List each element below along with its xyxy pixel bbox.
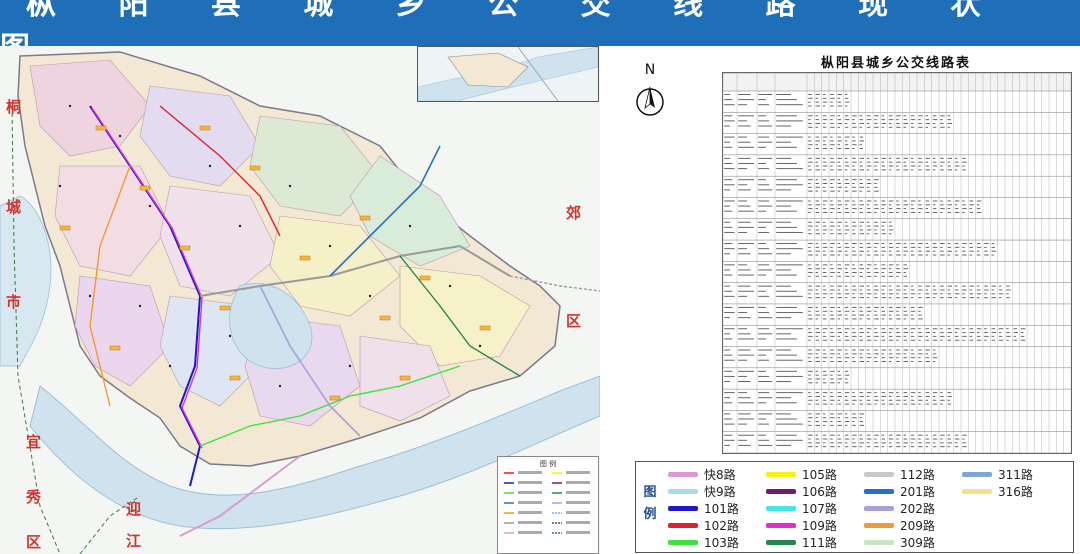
legend-item: 202路: [864, 500, 935, 516]
legend-item: 311路: [962, 466, 1033, 482]
legend-swatch: [962, 488, 992, 494]
legend-route-name: 316路: [998, 484, 1033, 499]
legend-swatch: [962, 471, 992, 477]
legend-swatch: [766, 505, 796, 511]
legend-swatch: [864, 505, 894, 511]
legend-item: 107路: [766, 500, 837, 516]
legend-item: 快8路: [668, 466, 736, 482]
legend-route-name: 309路: [900, 535, 935, 550]
legend-label-char: 图: [643, 485, 657, 500]
legend-route-name: 107路: [802, 501, 837, 516]
legend-item: 快9路: [668, 483, 736, 499]
legend-route-name: 快9路: [704, 484, 736, 499]
route-table-panel: 枞阳县城乡公交线路表: [720, 52, 1072, 454]
place-label: 区: [26, 533, 42, 551]
legend-swatch: [668, 505, 698, 511]
legend-item: 103路: [668, 534, 739, 550]
place-label: 秀: [26, 488, 42, 506]
legend-route-name: 103路: [704, 535, 739, 550]
legend-label: 图 例: [642, 482, 658, 526]
table-title: 枞阳县城乡公交线路表: [820, 56, 971, 71]
legend-swatch: [766, 522, 796, 528]
legend-swatch: [668, 522, 698, 528]
legend-swatch: [864, 522, 894, 528]
legend-swatch: [668, 488, 698, 494]
legend-route-name: 109路: [802, 518, 837, 533]
legend-route-name: 201路: [900, 484, 935, 499]
legend-route-name: 105路: [802, 467, 837, 482]
legend-item: 111路: [766, 534, 837, 550]
place-label: 宜: [26, 433, 42, 451]
place-label: 迎: [126, 500, 142, 518]
place-label: 城: [6, 198, 22, 216]
legend-item: 201路: [864, 483, 935, 499]
legend-route-name: 311路: [998, 467, 1033, 482]
legend-item: 309路: [864, 534, 935, 550]
place-label: 江: [126, 532, 142, 550]
legend-route-name: 111路: [802, 535, 837, 550]
legend-route-name: 102路: [704, 518, 739, 533]
map-legend-title: 图 例: [539, 460, 557, 468]
north-letter: N: [644, 62, 656, 78]
legend-swatch: [864, 488, 894, 494]
route-legend: 图 例 快8路快9路 101路 102路 103路 105路 106路 107路 109路 11…: [635, 461, 1074, 553]
title-bar: 枞 阳 县 城 乡 公 交 线 路 现 状 图: [0, 0, 1080, 66]
north-arrow: N: [628, 62, 672, 124]
legend-swatch: [668, 539, 698, 545]
legend-item: 106路: [766, 483, 837, 499]
legend-item: 112路: [864, 466, 935, 482]
place-label: 郊: [566, 204, 582, 222]
legend-swatch: [766, 471, 796, 477]
legend-route-name: 202路: [900, 501, 935, 516]
legend-item: 209路: [864, 517, 935, 533]
legend-item: 101路: [668, 500, 739, 516]
legend-swatch: [766, 539, 796, 545]
route-table: [722, 72, 1072, 454]
legend-route-name: 快8路: [704, 467, 736, 482]
legend-item: 105路: [766, 466, 837, 482]
place-label: 区: [566, 312, 582, 330]
legend-swatch: [864, 539, 894, 545]
legend-swatch: [766, 488, 796, 494]
legend-route-name: 112路: [900, 467, 935, 482]
legend-swatch: [668, 471, 698, 477]
legend-route-name: 101路: [704, 501, 739, 516]
legend-route-name: 106路: [802, 484, 837, 499]
place-label: 市: [6, 293, 22, 311]
legend-item: 316路: [962, 483, 1033, 499]
legend-label-char: 例: [643, 507, 657, 522]
map-legend: 图 例: [497, 456, 599, 554]
legend-route-name: 209路: [900, 518, 935, 533]
route-table-grid: [722, 72, 1072, 454]
legend-swatch: [864, 471, 894, 477]
map-area[interactable]: 桐 城 市 宜 秀 区 郊 区 迎 江 图 例: [0, 46, 600, 554]
compass-icon: [636, 86, 664, 116]
legend-item: 109路: [766, 517, 837, 533]
legend-item: 102路: [668, 517, 739, 533]
place-label: 桐: [6, 98, 22, 116]
inset-map: [417, 46, 599, 102]
